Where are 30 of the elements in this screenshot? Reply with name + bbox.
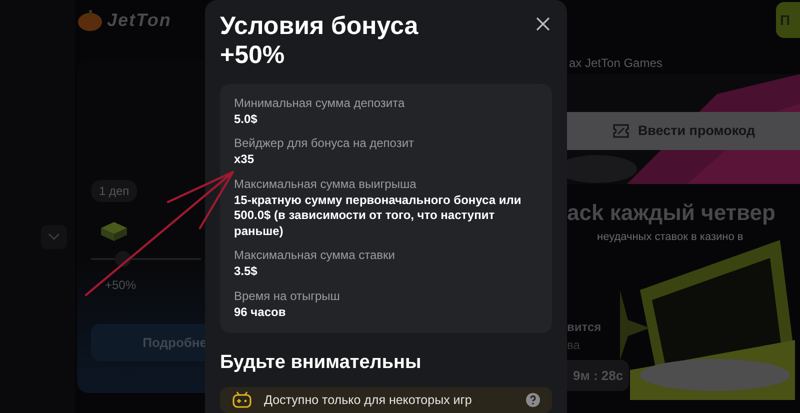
ticket-icon <box>612 123 630 139</box>
logo-text: JetTon <box>107 8 172 32</box>
condition-value: 15-кратную сумму первоначального бонуса или 500.0$ (в зависимости от того, что наступит раньше) <box>234 192 522 240</box>
countdown-timer: 9м : 28с <box>567 360 630 391</box>
condition-label: Минимальная сумма депозита <box>234 94 406 112</box>
pumpkin-icon <box>77 8 103 32</box>
condition-label: Вейджер для бонуса на депозит <box>234 135 416 152</box>
close-button[interactable] <box>536 16 552 32</box>
modal-title: Условия бонуса +50% <box>220 12 420 70</box>
promo-button[interactable]: Ввести промокод <box>567 112 800 150</box>
chevron-down-icon <box>48 233 60 241</box>
banner-subtitle: ах JetTon Games <box>569 55 664 72</box>
help-icon[interactable] <box>526 393 540 408</box>
bonus-percent: +50% <box>105 277 136 294</box>
cube-icon <box>99 220 129 242</box>
gamepad-icon <box>232 391 252 410</box>
section-heading: Будьте внимательны <box>220 350 422 375</box>
step-badge: 1 деп <box>91 180 138 202</box>
status-label: вится <box>567 318 602 336</box>
promo-title: ack каждый четвер <box>567 199 776 227</box>
dropdown-toggle[interactable] <box>41 225 67 249</box>
condition-value: 3.5$ <box>234 264 258 280</box>
condition-label: Максимальная сумма ставки <box>234 247 396 264</box>
condition-value: 96 часов <box>234 305 287 321</box>
condition-label: Время на отыгрыш <box>234 288 341 306</box>
notice-text: Доступно только для некоторых игр <box>264 392 473 409</box>
condition-value: 5.0$ <box>234 112 258 128</box>
condition-value: x35 <box>234 152 256 168</box>
promo-text: неудачных ставок в казино в <box>597 230 744 245</box>
condition-label: Максимальная сумма выигрыша <box>234 176 418 193</box>
